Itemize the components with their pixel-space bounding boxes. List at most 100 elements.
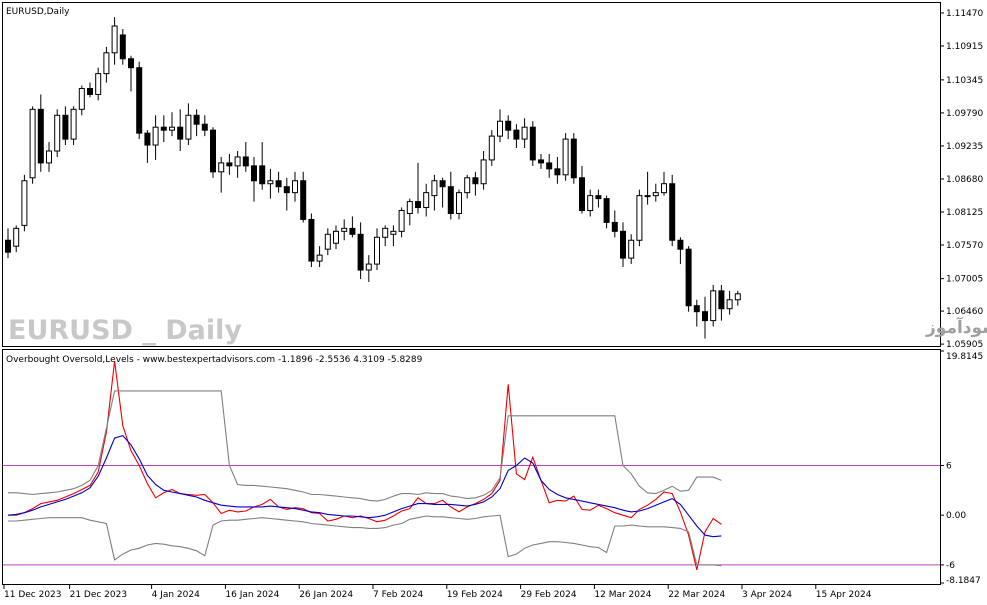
candle-body-bear — [283, 186, 290, 194]
candle-body-bear — [87, 88, 93, 95]
candle-body-bear — [144, 132, 151, 146]
time-tick-label: 4 Jan 2024 — [152, 590, 200, 600]
candle-body-bull — [341, 227, 348, 232]
candle-body-bear — [37, 108, 44, 164]
candle-body-bear — [611, 221, 618, 232]
candle-body-bull — [390, 230, 397, 235]
price-tick-label: 1.08680 — [946, 175, 983, 185]
candle-body-bear — [128, 58, 134, 69]
candle-body-bear — [570, 138, 577, 179]
candle-body-bear — [259, 165, 266, 185]
time-tick-label: 7 Feb 2024 — [373, 590, 424, 600]
candle-body-bear — [620, 230, 626, 259]
candle-body-bear — [472, 177, 479, 185]
candle-body-bull — [111, 25, 118, 54]
candle-body-bull — [628, 239, 635, 259]
candle-body-bull — [29, 108, 36, 179]
candle-body-bear — [242, 156, 249, 167]
candle-body-bull — [333, 230, 339, 244]
candle-body-bull — [46, 150, 52, 164]
candle-body-bear — [119, 34, 126, 60]
price-tick-label: 1.09235 — [946, 142, 983, 152]
candle-body-bear — [415, 201, 421, 209]
candle-body-bear — [308, 218, 315, 262]
time-axis: 11 Dec 2023 21 Dec 2023 4 Jan 2024 16 Jan 2… — [3, 585, 872, 600]
price-pane[interactable] — [2, 2, 941, 347]
candle-body-bear — [595, 195, 602, 200]
candle-body-bull — [103, 52, 110, 75]
candle-body-bull — [636, 195, 643, 241]
mt4-chart-window[interactable]: EURUSD,Daily Overbought Oversold,Levels … — [0, 0, 987, 605]
candle-body-bear — [513, 129, 520, 140]
candle-body-bear — [546, 162, 553, 170]
candle-body-bull — [267, 180, 274, 185]
candle-body-bull — [423, 192, 430, 209]
candle-body-bear — [201, 123, 208, 131]
watermark-site: انتشار در سایت سودآموز — [925, 316, 987, 338]
candle-body-bear — [439, 180, 446, 188]
candle-body-bull — [521, 126, 528, 140]
candle-body-bull — [13, 227, 20, 247]
time-tick-label: 19 Feb 2024 — [447, 590, 503, 600]
candle-body-bear — [5, 239, 11, 253]
candle-body-bear — [136, 67, 143, 134]
time-tick-label: 26 Jan 2024 — [299, 590, 353, 600]
candle-body-bull — [562, 138, 569, 176]
candle-body-bear — [669, 183, 676, 241]
watermark-symbol: EURUSD _ Daily — [8, 315, 242, 346]
price-tick-label: 1.08125 — [946, 208, 983, 218]
candle-body-bull — [365, 263, 372, 271]
candle-body-bull — [70, 108, 77, 140]
candle-body-bull — [324, 233, 331, 250]
candle-body-bull — [464, 177, 471, 194]
candle-body-bull — [218, 162, 225, 173]
candle-body-bull — [398, 210, 405, 232]
candle-body-bull — [652, 192, 659, 197]
candle-body-bull — [234, 156, 241, 167]
candle-body-bull — [480, 159, 487, 185]
chart-canvas[interactable]: EURUSD,Daily Overbought Oversold,Levels … — [0, 0, 987, 605]
candle-body-bull — [488, 135, 495, 161]
candle-body-bull — [497, 120, 503, 137]
candle-body-bear — [275, 180, 282, 188]
candle-body-bear — [210, 129, 216, 173]
candle-body-bull — [169, 126, 175, 131]
indicator-title: Overbought Oversold,Levels - www.bestexp… — [6, 355, 423, 365]
indicator-tick-label: 19.8145 — [946, 352, 983, 362]
candle-body-bear — [447, 186, 454, 214]
candle-body-bear — [554, 168, 561, 176]
time-tick-label: 22 Mar 2024 — [668, 590, 725, 600]
candle-body-bull — [456, 192, 462, 214]
indicator-tick-label: -6 — [946, 561, 955, 571]
candle-body-bear — [603, 198, 610, 223]
candle-body-bear — [685, 248, 692, 307]
price-tick-label: 1.10345 — [946, 76, 983, 86]
candle-body-bear — [677, 239, 684, 250]
time-tick-label: 29 Feb 2024 — [521, 590, 577, 600]
candle-body-bull — [316, 254, 323, 262]
candle-body-bear — [357, 233, 364, 271]
price-tick-label: 1.05905 — [946, 340, 983, 350]
indicator-tick-label: 0.00 — [946, 511, 966, 521]
candle-body-bear — [300, 180, 307, 220]
candle-body-bull — [734, 293, 741, 301]
symbol-title: EURUSD,Daily — [6, 7, 70, 17]
candle-body-bear — [160, 126, 167, 131]
candle-body-bull — [185, 114, 192, 140]
candle-body-bull — [292, 180, 298, 194]
candle-body-bull — [54, 114, 61, 152]
indicator-tick-label: -8.1847 — [946, 576, 981, 586]
candle-body-bear — [702, 311, 708, 322]
candle-body-bull — [644, 195, 651, 198]
candle-body-bear — [538, 159, 544, 164]
price-axis: 1.11470 1.10915 1.10345 1.09790 1.09235 1.086… — [940, 9, 983, 350]
candle-body-bull — [661, 183, 667, 194]
price-tick-label: 1.06460 — [946, 307, 983, 317]
price-tick-label: 1.09790 — [946, 109, 983, 119]
time-tick-label: 21 Dec 2023 — [70, 590, 128, 600]
time-tick-label: 12 Mar 2024 — [594, 590, 651, 600]
candle-body-bull — [78, 88, 85, 110]
price-tick-label: 1.07005 — [946, 275, 983, 285]
candle-body-bear — [177, 126, 184, 140]
indicator-axis: 19.8145 6 0.00 -6 -8.1847 — [940, 350, 983, 586]
